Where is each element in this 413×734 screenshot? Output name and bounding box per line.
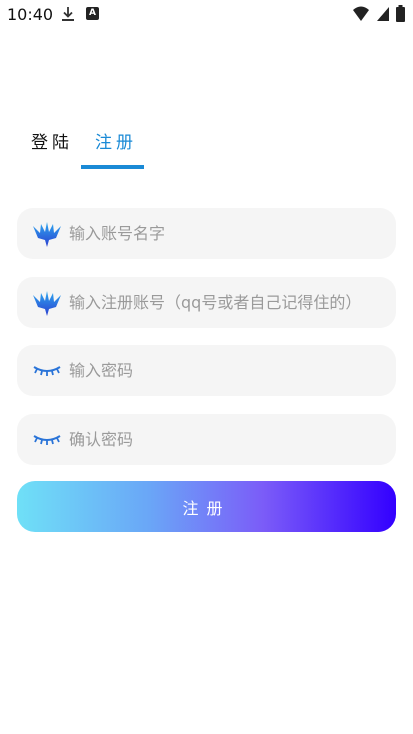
password-field bbox=[17, 345, 396, 396]
confirm-password-field bbox=[17, 414, 396, 465]
tab-register[interactable]: 注册 bbox=[95, 130, 137, 156]
status-bar: 10:40 A bbox=[0, 0, 413, 30]
tab-bar: 登陆 注册 bbox=[17, 130, 167, 170]
closed-eye-icon[interactable] bbox=[31, 425, 63, 455]
status-right-icons bbox=[352, 5, 405, 22]
tab-login[interactable]: 登陆 bbox=[31, 130, 73, 156]
a-badge-icon: A bbox=[86, 7, 99, 20]
logo-icon bbox=[31, 219, 63, 249]
signal-icon bbox=[377, 6, 389, 21]
register-account-field bbox=[17, 277, 396, 328]
wifi-icon bbox=[353, 6, 369, 21]
account-name-field bbox=[17, 208, 396, 259]
battery-icon bbox=[396, 5, 405, 22]
register-account-input[interactable] bbox=[69, 293, 369, 312]
status-time: 10:40 bbox=[7, 5, 54, 24]
password-input[interactable] bbox=[69, 361, 369, 380]
register-button[interactable]: 注册 bbox=[17, 481, 396, 532]
download-icon bbox=[62, 7, 74, 21]
confirm-password-input[interactable] bbox=[69, 430, 369, 449]
closed-eye-icon[interactable] bbox=[31, 356, 63, 386]
logo-icon bbox=[31, 288, 63, 318]
active-tab-indicator bbox=[81, 165, 144, 169]
account-name-input[interactable] bbox=[69, 224, 369, 243]
